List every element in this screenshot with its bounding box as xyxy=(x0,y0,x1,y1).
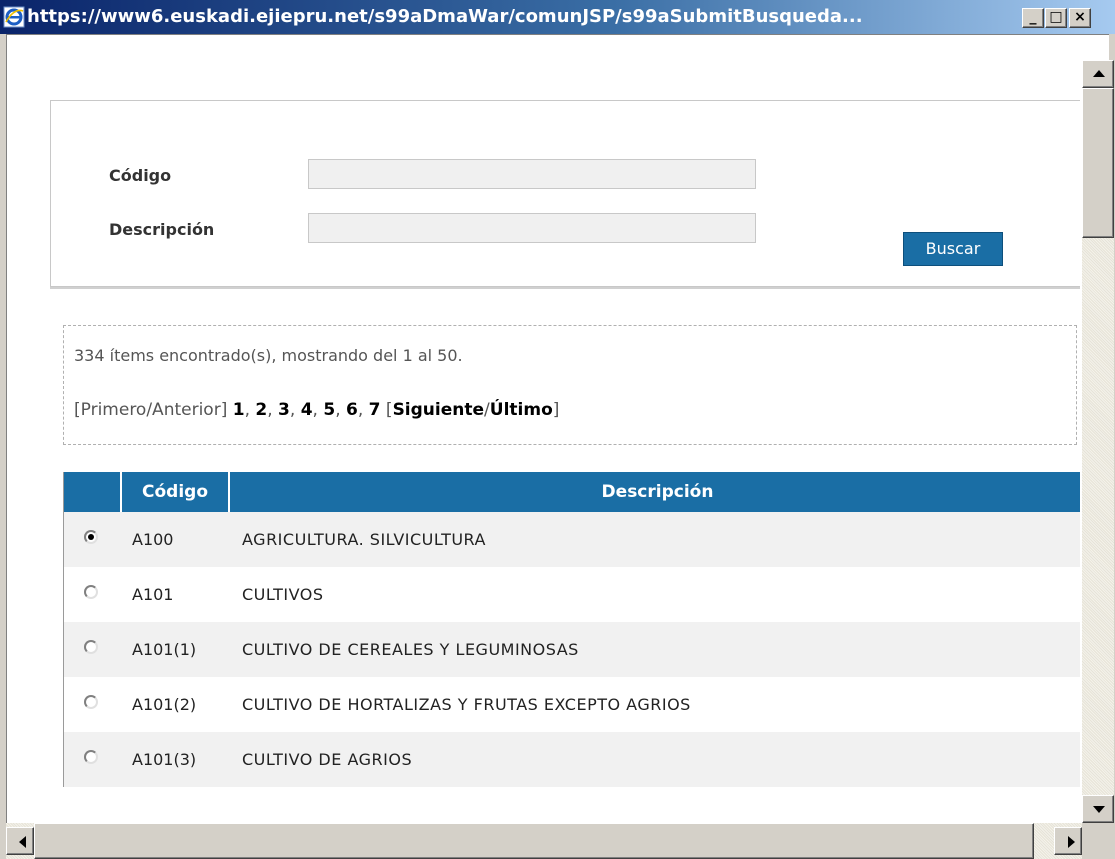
search-button[interactable]: Buscar xyxy=(903,232,1003,266)
header-descripcion[interactable]: Descripción xyxy=(234,472,1081,512)
row-radio[interactable] xyxy=(84,750,98,764)
page-link-1[interactable]: 1 xyxy=(233,400,245,420)
horizontal-scrollbar[interactable] xyxy=(6,823,1082,859)
row-codigo: A101(1) xyxy=(132,640,197,659)
arrow-right-icon xyxy=(1068,836,1075,848)
descripcion-label: Descripción xyxy=(109,220,215,239)
first-prev-label: [Primero/Anterior] xyxy=(74,400,228,420)
row-radio[interactable] xyxy=(84,530,98,544)
row-radio[interactable] xyxy=(84,640,98,654)
scroll-down-button[interactable] xyxy=(1082,795,1114,823)
row-descripcion: AGRICULTURA. SILVICULTURA xyxy=(242,530,486,549)
arrow-left-icon xyxy=(19,836,26,848)
row-descripcion: CULTIVO DE AGRIOS xyxy=(242,750,413,769)
scroll-up-button[interactable] xyxy=(1082,60,1114,88)
scroll-left-button[interactable] xyxy=(6,827,34,855)
codigo-input[interactable] xyxy=(308,159,756,189)
page-link-5[interactable]: 5 xyxy=(323,400,335,420)
window-title: https://www6.euskadi.ejiepru.net/s99aDma… xyxy=(27,6,863,27)
row-codigo: A101 xyxy=(132,585,174,604)
row-descripcion: CULTIVO DE HORTALIZAS Y FRUTAS EXCEPTO A… xyxy=(242,695,691,714)
minimize-button[interactable]: _ xyxy=(1022,8,1044,28)
descripcion-input[interactable] xyxy=(308,213,756,243)
table-row[interactable]: A101(2) CULTIVO DE HORTALIZAS Y FRUTAS E… xyxy=(64,677,1080,732)
row-codigo: A101(2) xyxy=(132,695,197,714)
close-button[interactable]: × xyxy=(1069,8,1091,28)
row-codigo: A100 xyxy=(132,530,174,549)
results-summary: 334 ítems encontrado(s), mostrando del 1… xyxy=(63,325,1077,445)
page-link-7[interactable]: 7 xyxy=(369,400,381,420)
results-table: Código Descripción A100 AGRICULTURA. SIL… xyxy=(63,472,1080,787)
table-row[interactable]: A101 CULTIVOS xyxy=(64,567,1080,622)
minimize-icon: _ xyxy=(1029,9,1037,25)
pagination: [Primero/Anterior] 1, 2, 3, 4, 5, 6, 7 [… xyxy=(74,400,560,420)
close-icon: × xyxy=(1074,9,1086,25)
page-link-6[interactable]: 6 xyxy=(346,400,358,420)
codigo-label: Código xyxy=(109,166,172,185)
row-radio[interactable] xyxy=(84,585,98,599)
internet-explorer-icon xyxy=(3,6,25,28)
maximize-icon: □ xyxy=(1049,9,1063,25)
section-divider xyxy=(50,287,1080,289)
page-link-4[interactable]: 4 xyxy=(301,400,313,420)
row-codigo: A101(3) xyxy=(132,750,197,769)
table-row[interactable]: A101(1) CULTIVO DE CEREALES Y LEGUMINOSA… xyxy=(64,622,1080,677)
page-link-2[interactable]: 2 xyxy=(255,400,267,420)
table-header: Código Descripción xyxy=(64,472,1080,512)
row-radio[interactable] xyxy=(84,695,98,709)
last-link[interactable]: Último xyxy=(490,400,553,420)
scrollbar-corner xyxy=(1082,823,1115,859)
vertical-scrollbar[interactable] xyxy=(1082,60,1114,823)
row-descripcion: CULTIVO DE CEREALES Y LEGUMINOSAS xyxy=(242,640,579,659)
next-link[interactable]: Siguiente xyxy=(393,400,484,420)
header-select xyxy=(64,472,116,512)
results-count: 334 ítems encontrado(s), mostrando del 1… xyxy=(74,346,463,365)
scroll-right-button[interactable] xyxy=(1054,827,1082,855)
row-descripcion: CULTIVOS xyxy=(242,585,324,604)
header-codigo[interactable]: Código xyxy=(120,472,230,512)
arrow-up-icon xyxy=(1093,70,1105,77)
table-row[interactable]: A100 AGRICULTURA. SILVICULTURA xyxy=(64,512,1080,567)
window-titlebar[interactable]: https://www6.euskadi.ejiepru.net/s99aDma… xyxy=(0,0,1115,34)
table-row[interactable]: A101(3) CULTIVO DE AGRIOS xyxy=(64,732,1080,787)
arrow-down-icon xyxy=(1093,806,1105,813)
maximize-button[interactable]: □ xyxy=(1045,8,1067,28)
page-link-3[interactable]: 3 xyxy=(278,400,290,420)
vertical-scroll-thumb[interactable] xyxy=(1082,88,1114,238)
horizontal-scroll-thumb[interactable] xyxy=(34,823,1034,859)
